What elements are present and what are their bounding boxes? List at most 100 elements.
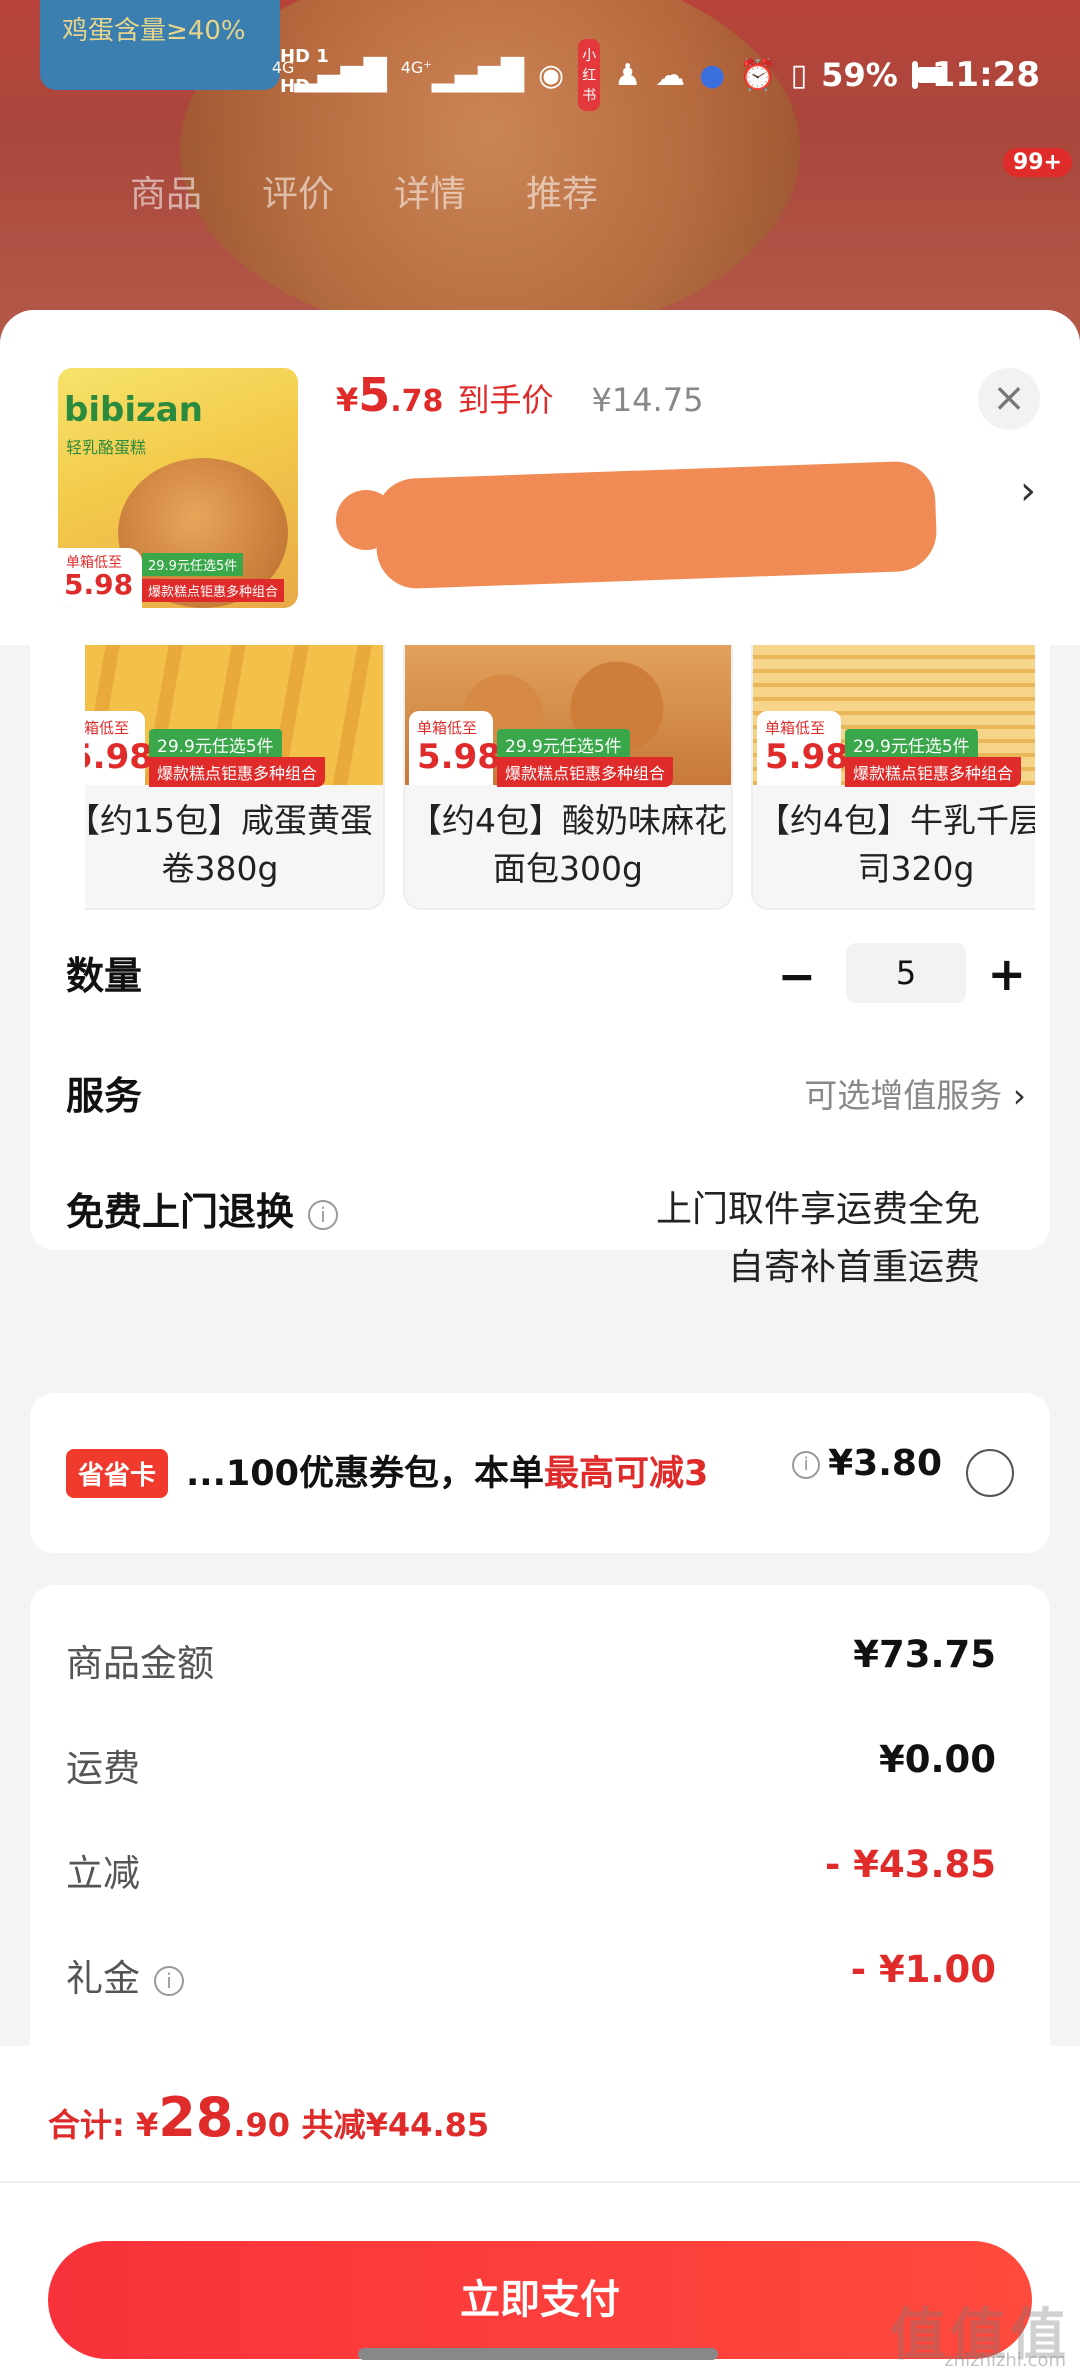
coupon-radio[interactable] [966, 1449, 1014, 1497]
info-icon[interactable]: i [308, 1199, 339, 1230]
alarm-icon: ⏰ [739, 57, 777, 93]
selected-sku-redacted[interactable] [336, 460, 956, 590]
background-tab: 推荐 [526, 174, 599, 215]
quantity-input[interactable]: 5 [846, 943, 966, 1003]
promo-tag: 29.9元任选5件 [845, 729, 978, 760]
free-return-title: 免费上门退换 i [66, 1181, 339, 1236]
summary-row: 立减 - ¥43.85 [66, 1843, 996, 1903]
info-icon[interactable]: i [792, 1451, 821, 1479]
original-price: ¥14.75 [591, 381, 704, 419]
thumb-low-price: 5.98 [64, 568, 134, 601]
service-row[interactable]: 服务 可选增值服务 › [66, 1065, 1026, 1125]
xiaohongshu-notification-icon: 小红书 [578, 39, 601, 111]
thumb-promo: 29.9元任选5件 [142, 553, 244, 576]
variant-name: 【约4包】酸奶味麻花面包300g [409, 801, 727, 888]
coupon-card[interactable]: 省省卡 ...100优惠券包，本单最高可减3 i ¥3.80 [30, 1393, 1050, 1553]
increase-quantity-button[interactable]: + [987, 947, 1026, 1001]
total-saved: 共减¥44.85 [301, 2106, 490, 2144]
thumb-subtitle: 轻乳酪蛋糕 [66, 438, 147, 457]
battery-percent: 59% [821, 56, 898, 94]
thumb-low-price-tag: 单箱低至 5.98 [58, 548, 142, 608]
low-price-tag: 单箱低至 5.98 [409, 711, 501, 785]
wechat-icon: ☁ [655, 57, 686, 93]
summary-key: 运费 [66, 1747, 140, 1790]
service-value[interactable]: 可选增值服务 › [804, 1069, 1026, 1117]
pay-now-button[interactable]: 立即支付 [48, 2241, 1032, 2359]
close-icon[interactable]: × [978, 368, 1040, 430]
decrease-quantity-button[interactable]: − [777, 949, 816, 1003]
low-price-tag: 单箱低至 5.98 [757, 711, 849, 785]
variant-name: 【约15包】咸蛋黄蛋卷380g [85, 801, 373, 888]
background-banner-text: 鸡蛋含量≥40% [62, 16, 246, 46]
sheet-header: bibizan 轻乳酪蛋糕 单箱低至 5.98 29.9元任选5件 爆款糕点钜惠… [0, 310, 1080, 645]
signal2-icon: 4G⁺▂▄▆█ [400, 57, 525, 93]
network-label: 4G [271, 57, 295, 77]
qq-icon: ♟ [614, 57, 642, 93]
low-price-tag: 单箱低至 5.98 [85, 711, 153, 785]
product-thumbnail[interactable]: bibizan 轻乳酪蛋糕 单箱低至 5.98 29.9元任选5件 爆款糕点钜惠… [58, 368, 298, 608]
price-summary-card: 商品金额 ¥73.75 运费 ¥0.00 立减 - ¥43.85 礼金 i - ¥… [30, 1585, 1050, 2055]
service-label: 服务 [66, 1074, 143, 1118]
price-row: ¥5.78 到手价 ¥14.75 [336, 368, 703, 422]
summary-row: 运费 ¥0.00 [66, 1738, 996, 1798]
clock: 11:28 [931, 55, 1040, 95]
variant-item[interactable]: 单箱低至 5.98 29.9元任选5件 爆款糕点钜惠多种组合 【约4包】酸奶味麻… [403, 645, 733, 910]
divider [0, 2181, 1080, 2183]
coupon-text: ...100优惠券包，本单最高可减3 [186, 1445, 708, 1496]
promo2-tag: 爆款糕点钜惠多种组合 [845, 757, 1022, 787]
promo-tag: 29.9元任选5件 [149, 729, 282, 760]
low-price-value: 5.98 [765, 737, 849, 777]
summary-row: 商品金额 ¥73.75 [66, 1633, 996, 1693]
low-price-label: 单箱低至 [765, 719, 826, 737]
final-price-label: 到手价 [457, 381, 554, 419]
low-price-value: 5.98 [417, 737, 501, 777]
summary-value: ¥73.75 [853, 1633, 996, 1676]
home-indicator[interactable] [358, 2348, 718, 2360]
cart-count-badge: 99+ [1002, 148, 1072, 177]
total-label: 合计: ¥ [48, 2106, 159, 2144]
app-blue-icon: ● [699, 57, 726, 93]
final-price: ¥5.78 [336, 368, 443, 422]
coupon-text-highlight: 最高可减3 [543, 1454, 709, 1494]
free-return-label: 免费上门退换 [66, 1190, 295, 1234]
service-value-text: 可选增值服务 [804, 1076, 1003, 1115]
summary-value: - ¥1.00 [850, 1948, 996, 1991]
battery-icon [911, 61, 944, 89]
summary-key-with-info: 礼金 i [66, 1948, 184, 2002]
options-card: 单箱低至 5.98 29.9元任选5件 爆款糕点钜惠多种组合 【约15包】咸蛋黄… [30, 645, 1050, 1288]
free-return-line2: 自寄补首重运费 [727, 1247, 980, 1288]
summary-key: 商品金额 [66, 1642, 214, 1685]
hotspot-icon: ◉ [538, 57, 565, 93]
coupon-amount: i ¥3.80 [792, 1443, 942, 1484]
chevron-right-icon[interactable]: › [1020, 468, 1036, 514]
coupon-text-prefix: ...100优惠券包，本单 [186, 1454, 544, 1494]
purchase-sheet: bibizan 轻乳酪蛋糕 单箱低至 5.98 29.9元任选5件 爆款糕点钜惠… [0, 310, 1080, 2376]
free-return-desc: 上门取件享运费全免 自寄补首重运费 [656, 1181, 980, 1297]
price-dec: .78 [390, 384, 444, 419]
summary-value: ¥0.00 [878, 1738, 996, 1781]
variant-item[interactable]: 单箱低至 5.98 29.9元任选5件 爆款糕点钜惠多种组合 【约4包】牛乳千层… [751, 645, 1035, 910]
summary-row: 礼金 i - ¥1.00 [66, 1948, 996, 2008]
signal-icon: 4G▂▄▆█ [271, 57, 387, 93]
status-bar: 4G▂▄▆█ 4G⁺▂▄▆█ ◉ 小红书 ♟ ☁ ● ⏰ ▯ 59% 11:28 [272, 39, 1040, 111]
summary-value: - ¥43.85 [824, 1843, 996, 1886]
site-watermark-url: zhizhizhi.com [944, 2350, 1066, 2371]
saving-card-badge: 省省卡 [66, 1449, 169, 1498]
background-tab: 详情 [394, 174, 467, 215]
free-return-line1: 上门取件享运费全免 [655, 1189, 980, 1230]
background-tabs: 商品 评价 详情 推荐 [130, 165, 598, 217]
variant-item[interactable]: 单箱低至 5.98 29.9元任选5件 爆款糕点钜惠多种组合 【约15包】咸蛋黄… [85, 645, 385, 910]
promo-tag: 29.9元任选5件 [497, 729, 630, 760]
info-icon[interactable]: i [154, 1965, 184, 1996]
background-tab: 评价 [262, 174, 335, 215]
summary-key: 立减 [66, 1852, 140, 1895]
promo2-tag: 爆款糕点钜惠多种组合 [497, 757, 674, 787]
total-dec: .90 [233, 2106, 291, 2144]
thumb-promo2: 爆款糕点钜惠多种组合 [142, 579, 285, 602]
variant-carousel[interactable]: 单箱低至 5.98 29.9元任选5件 爆款糕点钜惠多种组合 【约15包】咸蛋黄… [85, 645, 1035, 915]
chevron-right-icon: › [1012, 1076, 1026, 1115]
price-int: 5 [358, 368, 391, 422]
low-price-value: 5.98 [85, 737, 153, 777]
quantity-row: 数量 − 5 + [66, 943, 1026, 1015]
free-return-row: 免费上门退换 i 上门取件享运费全免 自寄补首重运费 [66, 1181, 1026, 1311]
